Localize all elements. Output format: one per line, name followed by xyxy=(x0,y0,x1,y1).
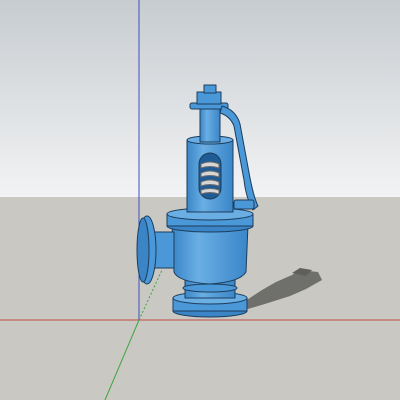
cap-top xyxy=(196,91,222,105)
lever-pin xyxy=(233,199,255,210)
scene-canvas[interactable] xyxy=(0,0,400,400)
cap-knob xyxy=(203,84,217,94)
lower-neck-ring xyxy=(182,283,238,293)
upper-stem xyxy=(199,105,221,143)
inlet-flange-face xyxy=(136,217,150,283)
valve-body xyxy=(171,224,249,285)
3d-viewport[interactable] xyxy=(0,0,400,400)
